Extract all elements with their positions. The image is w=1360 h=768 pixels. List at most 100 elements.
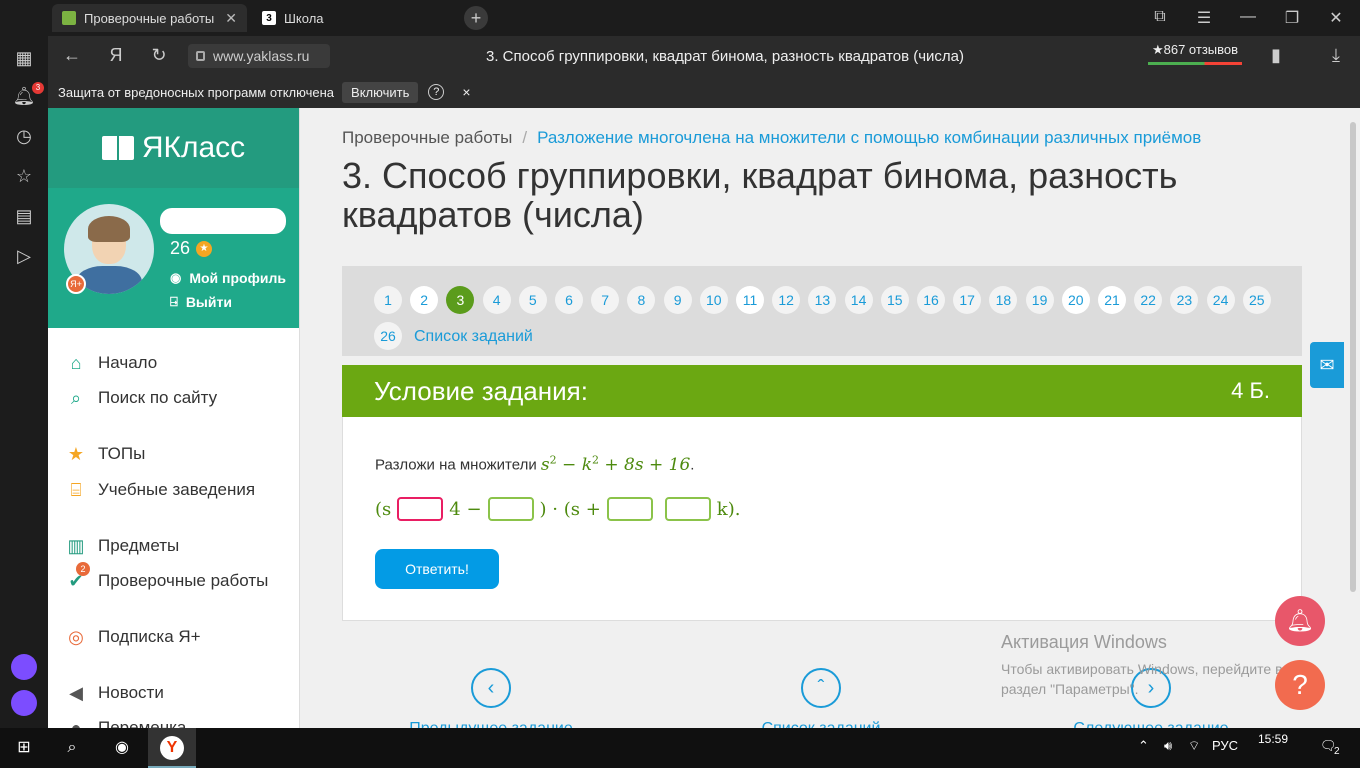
network-icon[interactable]: ⌔ [1188, 738, 1200, 754]
page-button-14[interactable]: 14 [844, 286, 873, 314]
page-button-13[interactable]: 13 [808, 286, 837, 314]
submit-answer-button[interactable]: Ответить! [375, 549, 499, 589]
bookmark-icon[interactable]: ▮ [1264, 45, 1288, 66]
menu-item-tops[interactable]: ★ ТОПы [64, 442, 145, 466]
breadcrumb-root[interactable]: Проверочные работы [342, 128, 512, 147]
search-icon[interactable]: ⌕ [60, 736, 84, 760]
menu-item-subscription[interactable]: ◎ Подписка Я+ [64, 625, 200, 649]
page-button-15[interactable]: 15 [880, 286, 909, 314]
site-logo[interactable]: ЯКласс [48, 108, 299, 188]
page-button-22[interactable]: 22 [1134, 286, 1163, 314]
page-button-3[interactable]: 3 [446, 286, 475, 314]
help-button[interactable]: ? [1275, 660, 1325, 710]
reload-icon[interactable]: ↻ [147, 45, 171, 66]
menu-item-home[interactable]: ⌂ Начало [64, 351, 158, 375]
browser-tab[interactable]: 3 Школа [252, 4, 442, 32]
page-button-4[interactable]: 4 [482, 286, 511, 314]
points-count: 26 ★ [170, 238, 213, 259]
page-button-26[interactable]: 26 [374, 322, 402, 350]
page-button-18[interactable]: 18 [989, 286, 1018, 314]
menu-item-tests[interactable]: ✔ 2 Проверочные работы [64, 562, 268, 593]
site-sidebar: ЯКласс Я+ 26 ★ ◉ Мой профиль ⍈ Выйти ⌂ Н… [48, 108, 300, 728]
page-button-2[interactable]: 2 [410, 286, 439, 314]
close-tab-icon[interactable]: ✕ [225, 10, 237, 27]
condition-points: 4 Б. [1231, 378, 1270, 403]
language-indicator[interactable]: РУС [1212, 738, 1238, 753]
close-window-icon[interactable]: ✕ [1324, 8, 1348, 28]
my-profile-link[interactable]: ◉ Мой профиль [170, 270, 286, 286]
close-icon[interactable]: × [462, 84, 470, 100]
menu-icon[interactable]: ☰ [1192, 8, 1216, 28]
download-icon[interactable]: ⤓ [1324, 45, 1348, 66]
tests-badge: 2 [76, 562, 90, 576]
back-icon[interactable]: ← [60, 45, 84, 66]
collections-icon[interactable]: ▤ [12, 204, 36, 228]
chevron-left-icon: ‹ [471, 668, 511, 708]
page-button-20[interactable]: 20 [1061, 286, 1090, 314]
reviews-badge[interactable]: ★867 отзывов [1148, 42, 1242, 65]
url-field[interactable]: www.yaklass.ru [188, 44, 330, 68]
windows-start-icon[interactable]: ⊞ [12, 736, 36, 760]
page-button-1[interactable]: 1 [374, 286, 402, 314]
enable-protection-button[interactable]: Включить [342, 81, 419, 103]
page-button-9[interactable]: 9 [663, 286, 692, 314]
menu-item-news[interactable]: ◀ Новости [64, 681, 164, 705]
tray-chevron-icon[interactable]: ⌃ [1138, 738, 1149, 754]
logout-link[interactable]: ⍈ Выйти [170, 294, 232, 310]
yandex-icon[interactable]: Я [104, 45, 128, 66]
clock[interactable]: 15:59 [1258, 732, 1288, 746]
answer-input-1[interactable] [397, 497, 444, 521]
prev-task-nav[interactable]: ‹ Предыдущее задание [401, 668, 581, 728]
page-button-25[interactable]: 25 [1242, 286, 1271, 314]
help-icon[interactable]: ? [428, 84, 445, 100]
page-button-19[interactable]: 19 [1025, 286, 1054, 314]
volume-icon[interactable]: 🔊︎ [1164, 738, 1172, 754]
page-button-23[interactable]: 23 [1170, 286, 1199, 314]
page-button-11[interactable]: 11 [736, 286, 764, 314]
restore-icon[interactable]: ❐ [1280, 8, 1304, 28]
page-button-10[interactable]: 10 [699, 286, 728, 314]
menu-item-search[interactable]: ⌕ Поиск по сайту [64, 386, 217, 410]
apps-grid-icon[interactable]: ▦ [12, 46, 36, 70]
page-button-16[interactable]: 16 [917, 286, 945, 314]
answer-input-4[interactable] [664, 497, 711, 521]
steam-icon[interactable]: ◉ [110, 736, 134, 760]
favorites-icon[interactable]: ☆ [12, 164, 36, 188]
condition-title: Условие задания: [374, 375, 588, 406]
menu-item-break[interactable]: ● Переменка [64, 716, 187, 729]
menu-item-subjects[interactable]: ▥ Предметы [64, 534, 179, 558]
page-title-text: 3. Способ группировки, квадрат бинома, р… [486, 48, 965, 65]
star-icon: ★ [196, 240, 213, 257]
institution-icon: ⌸ [70, 479, 82, 500]
bell-icon[interactable]: 🔔︎ [1275, 596, 1325, 646]
page-button-7[interactable]: 7 [591, 286, 620, 314]
page-button-5[interactable]: 5 [518, 286, 547, 314]
menu-item-institutions[interactable]: ⌸ Учебные заведения [64, 478, 255, 502]
page-button-8[interactable]: 8 [627, 286, 656, 314]
page-button-6[interactable]: 6 [555, 286, 583, 314]
assistant-icon[interactable] [11, 690, 37, 716]
task-list-link[interactable]: Список заданий [414, 328, 533, 346]
page-button-21[interactable]: 21 [1098, 286, 1126, 314]
page-button-12[interactable]: 12 [772, 286, 801, 314]
bookmarks-icon[interactable]: ⧉ [1148, 8, 1172, 26]
answer-input-2[interactable] [487, 497, 534, 521]
yandex-browser-taskbar-button[interactable]: Y [148, 728, 196, 768]
answer-input-3[interactable] [606, 497, 653, 521]
new-tab-button[interactable]: + [464, 6, 488, 30]
condition-header: Условие задания: 4 Б. [342, 365, 1302, 417]
video-icon[interactable]: ▷ [12, 244, 36, 268]
page-button-24[interactable]: 24 [1206, 286, 1235, 314]
minimize-icon[interactable]: — [1236, 8, 1260, 26]
breadcrumb-current[interactable]: Разложение многочлена на множители с пом… [537, 128, 1201, 147]
break-icon: ● [70, 717, 82, 729]
profile-name-redacted [160, 208, 286, 234]
alice-icon[interactable] [11, 654, 37, 680]
history-icon[interactable]: ◷ [12, 124, 36, 148]
page-button-17[interactable]: 17 [953, 286, 982, 314]
browser-tab-active[interactable]: Проверочные работы ✕ [52, 4, 247, 32]
task-list-nav[interactable]: ˆ Список заданий [731, 668, 911, 728]
mail-icon[interactable]: ✉ [1310, 342, 1344, 388]
page-scrollbar[interactable] [1346, 108, 1360, 728]
url-text: www.yaklass.ru [213, 48, 310, 64]
